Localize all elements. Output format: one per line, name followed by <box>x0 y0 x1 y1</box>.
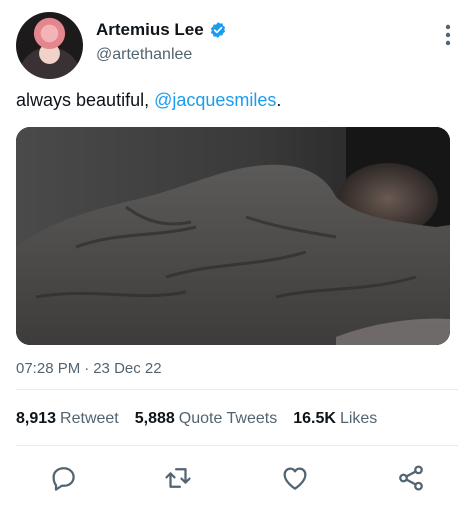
like-label: Likes <box>339 410 378 427</box>
tweet-body-end: . <box>276 90 282 110</box>
quote-label: Quote Tweets <box>178 410 278 427</box>
tweet-header: Artemius Lee @artethanlee <box>16 12 458 80</box>
quote-number: 5,888 <box>134 410 175 427</box>
tweet-text: always beautiful, @jacquesmiles. <box>16 90 281 111</box>
tweet-body: always beautiful, <box>16 90 155 110</box>
timestamp-separator: · <box>84 360 90 377</box>
reply-icon[interactable] <box>48 463 78 493</box>
tweet-stats: 8,913 Retweet 5,888 Quote Tweets 16.5K Like… <box>16 410 393 428</box>
tweet-photo[interactable] <box>16 127 450 345</box>
timestamp[interactable]: 07:28 PM · 23 Dec 22 <box>16 360 162 377</box>
like-number: 16.5K <box>293 410 336 427</box>
retweet-label: Retweet <box>60 410 119 427</box>
verified-badge-icon <box>210 22 225 38</box>
retweet-number: 8,913 <box>16 410 57 427</box>
divider-bottom <box>16 445 458 446</box>
divider-top <box>16 389 458 390</box>
more-icon[interactable] <box>444 24 452 46</box>
avatar[interactable] <box>16 12 83 79</box>
retweet-count[interactable]: 8,913 Retweet <box>16 410 119 428</box>
retweet-icon[interactable] <box>163 463 193 493</box>
share-icon[interactable] <box>396 463 426 493</box>
display-name[interactable]: Artemius Lee <box>96 20 204 40</box>
name-row: Artemius Lee <box>96 20 227 40</box>
like-count[interactable]: 16.5K Likes <box>293 410 377 428</box>
timestamp-time: 07:28 PM <box>16 360 81 377</box>
handle[interactable]: @artethanlee <box>96 46 192 64</box>
timestamp-date: 23 Dec 22 <box>93 360 162 377</box>
heart-icon[interactable] <box>280 463 310 493</box>
action-bar <box>16 458 458 498</box>
mention-link[interactable]: @jacquesmiles <box>154 90 276 110</box>
photo-image <box>16 127 450 345</box>
quote-count[interactable]: 5,888 Quote Tweets <box>135 410 277 428</box>
